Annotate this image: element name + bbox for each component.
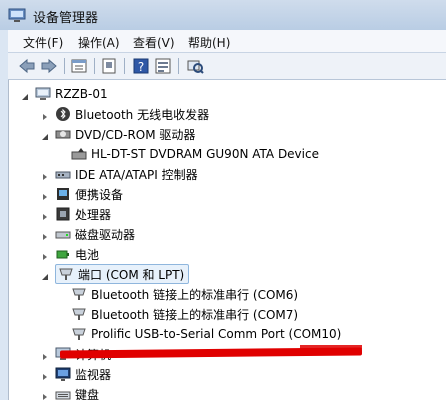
help-icon[interactable]: ?	[132, 57, 150, 75]
processor-icon	[55, 206, 71, 222]
tree-item-label: 便携设备	[75, 187, 124, 202]
toolbar-separator	[124, 58, 125, 74]
port-icon	[71, 286, 87, 302]
tree-item-ports[interactable]: 端口 (COM 和 LPT)	[41, 264, 190, 284]
title-bar: 设备管理器	[0, 0, 446, 30]
expand-triangle-icon[interactable]	[41, 350, 49, 360]
tree-item-label: 处理器	[75, 207, 112, 222]
menu-action[interactable]: 操作(A)	[78, 34, 120, 51]
bluetooth-icon	[55, 106, 71, 122]
tree-item-label: 监视器	[75, 367, 112, 382]
port-icon	[71, 326, 87, 342]
port-icon	[71, 306, 87, 322]
tree-root-label: RZZB-01	[55, 87, 108, 101]
menu-view[interactable]: 查看(V)	[133, 34, 175, 51]
tree-item-keyboard[interactable]: 键盘	[41, 384, 99, 400]
expand-triangle-icon[interactable]	[41, 210, 49, 220]
tree-item-label: Bluetooth 链接上的标准串行 (COM7)	[91, 307, 299, 322]
tree-item-dvd-cd-rom[interactable]: DVD/CD-ROM 驱动器	[41, 124, 195, 144]
menu-file[interactable]: 文件(F)	[23, 34, 63, 51]
tree-item-bluetooth[interactable]: Bluetooth 无线电收发器	[41, 104, 209, 124]
expand-triangle-icon[interactable]	[41, 190, 49, 200]
menu-bar: 文件(F) 操作(A) 查看(V) 帮助(H)	[8, 30, 446, 53]
tree-item-label: HL-DT-ST DVDRAM GU90N ATA Device	[91, 147, 319, 161]
battery-icon	[55, 246, 71, 262]
show-hidden-icon[interactable]	[154, 57, 172, 75]
computer-icon	[35, 86, 51, 102]
scan-hardware-icon[interactable]	[186, 57, 204, 75]
tree-item-label: DVD/CD-ROM 驱动器	[75, 127, 196, 142]
ide-controller-icon	[55, 166, 71, 182]
tree-item-monitor[interactable]: 监视器	[41, 364, 111, 384]
tree-item-label: 端口 (COM 和 LPT)	[78, 267, 185, 282]
tree-item-ide[interactable]: IDE ATA/ATAPI 控制器	[41, 164, 198, 184]
toolbar-separator	[64, 58, 65, 74]
tree-item-com7[interactable]: Bluetooth 链接上的标准串行 (COM7)	[71, 304, 298, 324]
tree-root[interactable]: RZZB-01	[21, 84, 108, 104]
tree-item-label: IDE ATA/ATAPI 控制器	[75, 167, 198, 182]
tree-item-dvd-device[interactable]: HL-DT-ST DVDRAM GU90N ATA Device	[71, 144, 319, 164]
disk-drive-icon	[55, 226, 71, 242]
update-driver-icon[interactable]	[100, 57, 118, 75]
collapse-triangle-icon[interactable]	[21, 90, 29, 100]
port-icon	[58, 266, 74, 282]
portable-device-icon	[55, 186, 71, 202]
dvd-drive-icon	[55, 126, 71, 142]
collapse-triangle-icon[interactable]	[41, 130, 49, 140]
dvd-drive-icon	[71, 146, 87, 162]
keyboard-icon	[55, 386, 71, 400]
forward-arrow-icon[interactable]	[40, 57, 58, 75]
tree-item-label: 电池	[75, 247, 100, 262]
tree-item-label: 磁盘驱动器	[75, 227, 136, 242]
expand-triangle-icon[interactable]	[41, 250, 49, 260]
window-title: 设备管理器	[33, 11, 99, 26]
tree-item-label: Prolific USB-to-Serial Comm Port (COM10)	[91, 327, 342, 341]
tree-item-processor[interactable]: 处理器	[41, 204, 111, 224]
expand-triangle-icon[interactable]	[41, 370, 49, 380]
expand-triangle-icon[interactable]	[41, 230, 49, 240]
back-arrow-icon[interactable]	[18, 57, 36, 75]
toolbar-separator	[94, 58, 95, 74]
toolbar-separator	[178, 58, 179, 74]
monitor-icon	[55, 366, 71, 382]
tree-item-com6[interactable]: Bluetooth 链接上的标准串行 (COM6)	[71, 284, 298, 304]
svg-text:?: ?	[138, 60, 144, 74]
expand-triangle-icon[interactable]	[41, 390, 49, 400]
device-manager-window: 设备管理器 文件(F) 操作(A) 查看(V) 帮助(H) ? RZZB-01 …	[0, 0, 446, 400]
collapse-triangle-icon[interactable]	[41, 270, 49, 280]
menu-help[interactable]: 帮助(H)	[188, 34, 230, 51]
tree-item-battery[interactable]: 电池	[41, 244, 99, 264]
tree-item-com10[interactable]: Prolific USB-to-Serial Comm Port (COM10)	[71, 324, 341, 344]
tree-item-label: Bluetooth 链接上的标准串行 (COM6)	[91, 287, 299, 302]
tree-item-label: 键盘	[75, 387, 100, 400]
tree-item-portable[interactable]: 便携设备	[41, 184, 123, 204]
tree-item-label: Bluetooth 无线电收发器	[75, 107, 210, 122]
tree-item-selection[interactable]: 端口 (COM 和 LPT)	[55, 264, 190, 284]
expand-triangle-icon[interactable]	[41, 110, 49, 120]
device-manager-icon	[8, 7, 26, 23]
toolbar: ?	[8, 53, 446, 80]
tree-item-disk[interactable]: 磁盘驱动器	[41, 224, 135, 244]
expand-triangle-icon[interactable]	[41, 170, 49, 180]
properties-icon[interactable]	[70, 57, 88, 75]
red-redaction-mark	[300, 345, 362, 349]
